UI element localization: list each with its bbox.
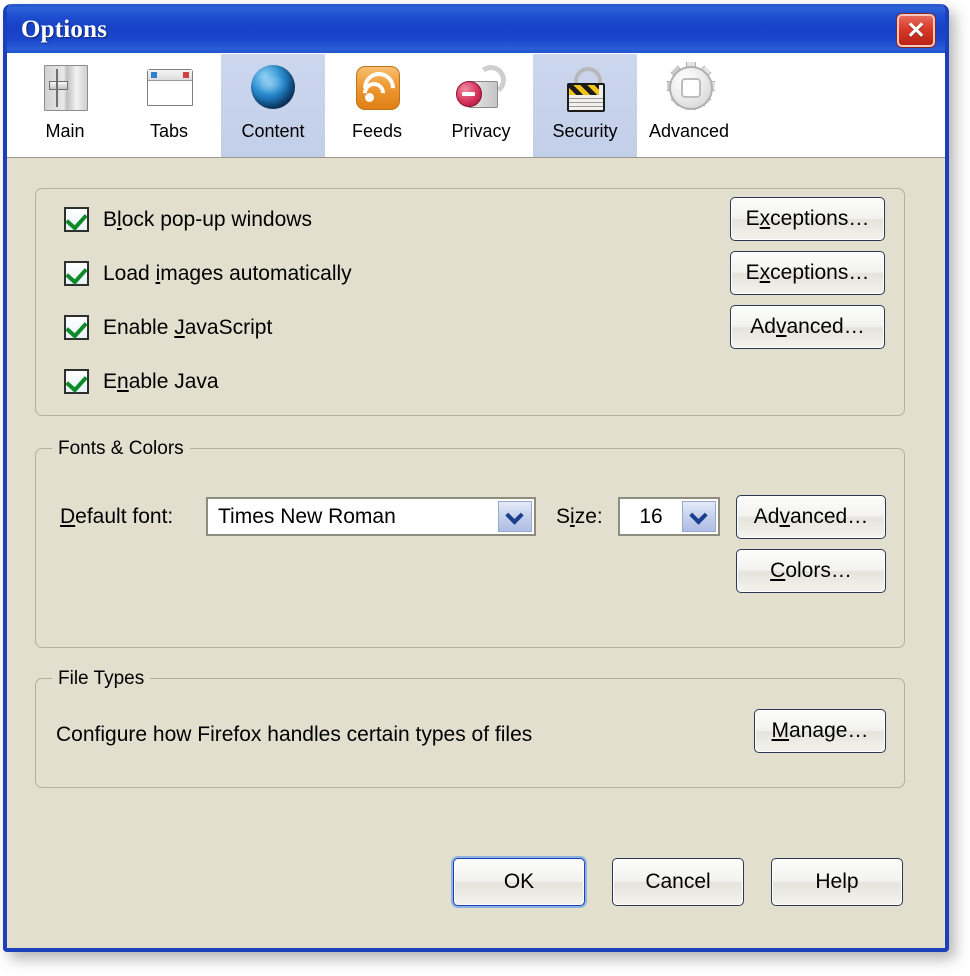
close-icon: ✕	[906, 17, 926, 43]
button-label: Advanced…	[753, 505, 869, 528]
tab-label: Privacy	[451, 121, 511, 141]
default-font-select[interactable]: Times New Roman	[206, 497, 536, 536]
feeds-rss-icon	[348, 61, 406, 119]
cancel-button[interactable]: Cancel	[612, 858, 744, 906]
font-size-label: Size:	[556, 505, 603, 528]
tab-advanced[interactable]: Advanced	[637, 54, 741, 157]
group-title: Fonts & Colors	[52, 438, 190, 460]
check-icon	[65, 316, 88, 339]
default-font-value: Times New Roman	[218, 504, 396, 528]
chevron-down-icon[interactable]	[682, 501, 716, 532]
button-label: Exceptions…	[745, 261, 870, 284]
enable-java-checkbox[interactable]	[64, 369, 89, 394]
tab-label: Security	[552, 121, 618, 141]
window-title: Options	[21, 16, 108, 43]
checkbox-label: Enable JavaScript	[103, 315, 273, 339]
block-popups-checkbox[interactable]	[64, 207, 89, 232]
font-size-value: 16	[639, 504, 663, 528]
check-icon	[65, 208, 88, 231]
security-padlock-icon	[556, 61, 614, 119]
checkbox-row-enable-java[interactable]: Enable Java	[64, 369, 219, 394]
content-panel: Block pop-up windows Load images automat…	[7, 158, 945, 948]
button-label: Manage…	[771, 719, 869, 742]
button-label: OK	[503, 870, 535, 893]
check-icon	[65, 370, 88, 393]
main-preferences-icon	[36, 61, 94, 119]
button-label: Colors…	[770, 559, 852, 582]
tab-tabs[interactable]: Tabs	[117, 54, 221, 157]
colors-button[interactable]: Colors…	[736, 549, 886, 593]
tab-label: Main	[45, 121, 85, 141]
tab-label: Tabs	[149, 121, 189, 141]
close-button[interactable]: ✕	[897, 14, 935, 47]
tab-label: Advanced	[648, 121, 730, 141]
checkbox-label: Block pop-up windows	[103, 207, 312, 231]
tab-content[interactable]: Content	[221, 54, 325, 157]
ok-button[interactable]: OK	[453, 858, 585, 906]
button-label: Cancel	[645, 870, 711, 893]
button-label: Exceptions…	[745, 207, 870, 230]
file-types-description: Configure how Firefox handles certain ty…	[56, 723, 533, 746]
content-options-group: Block pop-up windows Load images automat…	[35, 188, 905, 416]
help-button[interactable]: Help	[771, 858, 903, 906]
enable-javascript-checkbox[interactable]	[64, 315, 89, 340]
tab-main[interactable]: Main	[13, 54, 117, 157]
default-font-label: Default font:	[60, 505, 174, 528]
dialog-footer: OK Cancel Help	[7, 858, 945, 908]
chevron-down-icon[interactable]	[498, 501, 532, 532]
javascript-advanced-button[interactable]: Advanced…	[730, 305, 885, 349]
checkbox-row-block-popups[interactable]: Block pop-up windows	[64, 207, 312, 232]
group-title: File Types	[52, 668, 151, 690]
button-label: Help	[815, 870, 859, 893]
font-size-select[interactable]: 16	[618, 497, 720, 536]
tab-security[interactable]: Security	[533, 54, 637, 157]
image-exceptions-button[interactable]: Exceptions…	[730, 251, 885, 295]
manage-file-types-button[interactable]: Manage…	[754, 709, 886, 753]
tab-label: Content	[241, 121, 305, 141]
tab-feeds[interactable]: Feeds	[325, 54, 429, 157]
checkbox-label: Enable Java	[103, 369, 219, 393]
tabs-window-icon	[140, 61, 198, 119]
tab-label: Feeds	[351, 121, 403, 141]
check-icon	[65, 262, 88, 285]
checkbox-label: Load images automatically	[103, 261, 352, 285]
options-tab-strip: Main Tabs Content Feeds Privacy Security…	[7, 53, 945, 158]
checkbox-row-enable-javascript[interactable]: Enable JavaScript	[64, 315, 272, 340]
fonts-advanced-button[interactable]: Advanced…	[736, 495, 886, 539]
tab-privacy[interactable]: Privacy	[429, 54, 533, 157]
options-dialog-window: Options ✕ Main Tabs Content Feeds Privac…	[3, 4, 949, 952]
button-label: Advanced…	[750, 315, 865, 338]
privacy-unlocked-padlock-icon	[452, 61, 510, 119]
checkbox-row-load-images[interactable]: Load images automatically	[64, 261, 352, 286]
popup-exceptions-button[interactable]: Exceptions…	[730, 197, 885, 241]
fonts-and-colors-group: Fonts & Colors Default font: Times New R…	[35, 438, 905, 648]
load-images-checkbox[interactable]	[64, 261, 89, 286]
file-types-group: File Types Configure how Firefox handles…	[35, 668, 905, 788]
title-bar: Options ✕	[7, 4, 945, 53]
content-globe-icon	[244, 61, 302, 119]
advanced-gear-icon	[660, 61, 718, 119]
